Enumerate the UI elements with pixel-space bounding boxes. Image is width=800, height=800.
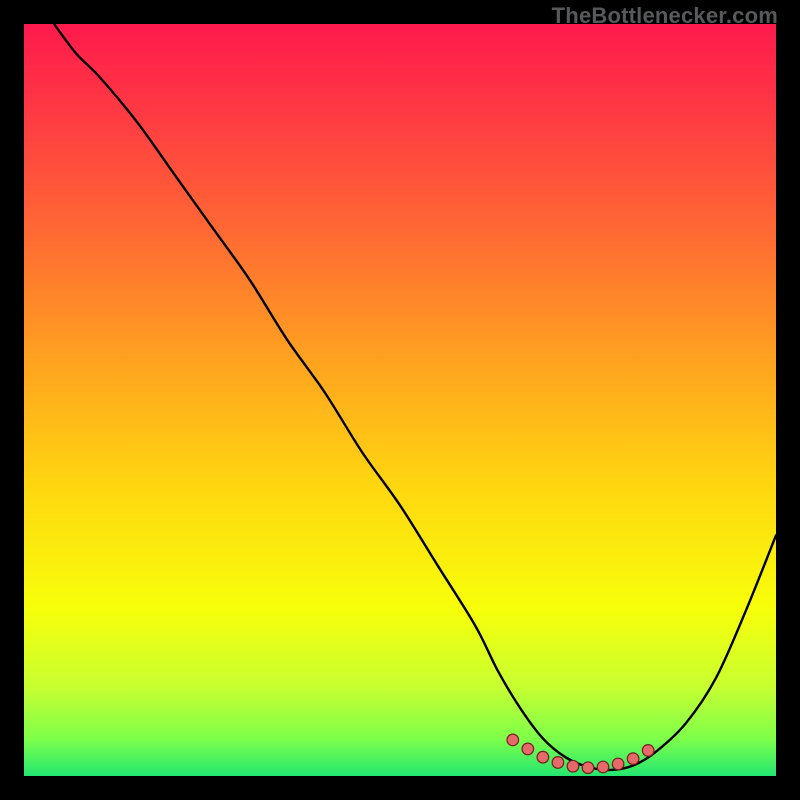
optimal-dot xyxy=(537,751,549,763)
chart-canvas xyxy=(24,24,776,776)
optimal-dot xyxy=(522,743,534,755)
optimal-dot xyxy=(642,745,654,757)
optimal-dot xyxy=(597,761,609,773)
optimal-dot xyxy=(627,753,639,765)
optimal-dot xyxy=(612,758,624,770)
chart-frame: { "watermark": "TheBottlenecker.com", "c… xyxy=(0,0,800,800)
optimal-dot xyxy=(567,760,579,772)
optimal-dot xyxy=(507,734,519,746)
optimal-dot xyxy=(582,762,594,774)
gradient-backdrop xyxy=(24,24,776,776)
optimal-dot xyxy=(552,757,564,769)
